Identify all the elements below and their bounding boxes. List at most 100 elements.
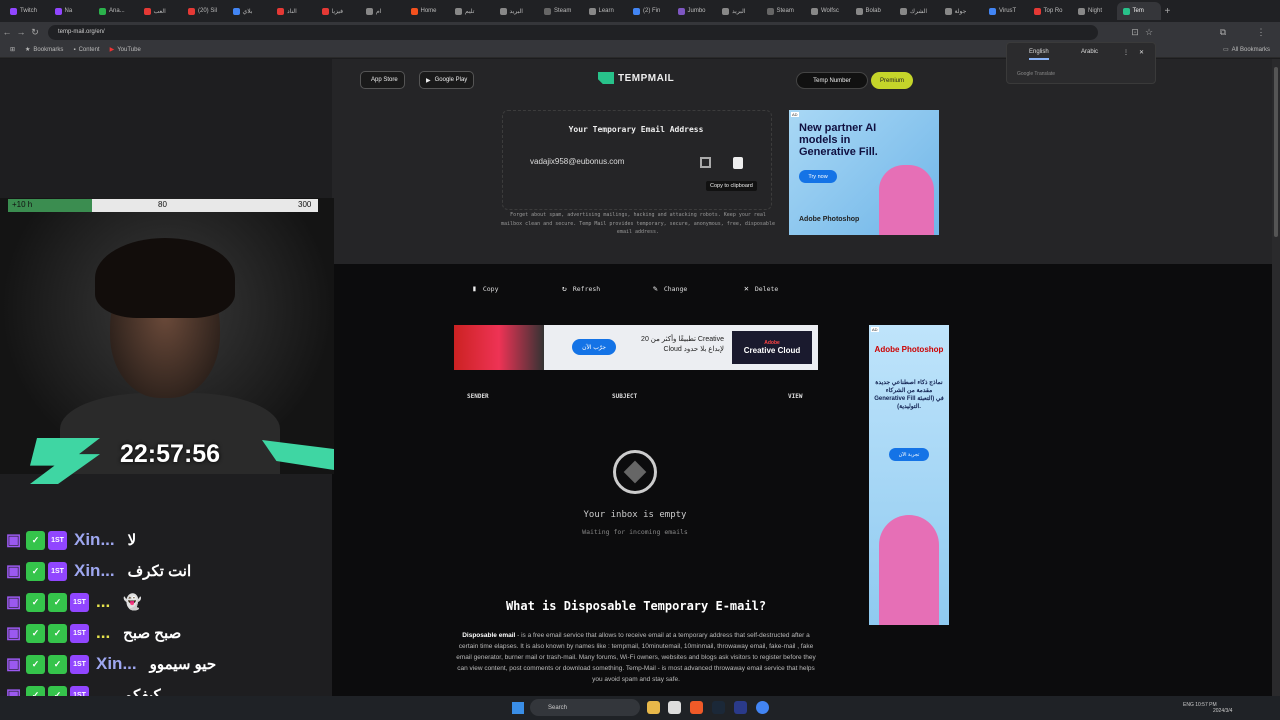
browser-tab[interactable]: بلاي [227, 2, 272, 20]
chat-username: ... [96, 623, 111, 642]
browser-tab[interactable]: الناد [271, 2, 316, 20]
menu-icon[interactable]: ⋮ [1254, 27, 1268, 38]
sub-badge-icon: ✓ [48, 623, 67, 643]
photoshop-vertical-ad[interactable]: AD Adobe Photoshop نماذج ذكاء اصطناعي جد… [869, 325, 949, 625]
browser-tab[interactable]: Steam [538, 2, 583, 20]
temp-number-button[interactable]: Temp Number [796, 72, 868, 89]
photoshop-ad[interactable]: AD New partner AI models in Generative F… [789, 110, 939, 235]
apps-icon[interactable]: ⊞ [10, 46, 15, 53]
copy-action[interactable]: ▮ Copy [472, 284, 498, 293]
system-tray[interactable]: ENG 10:57 PM 2024/3/4 [1183, 702, 1232, 714]
browser-tab[interactable]: جولة [939, 2, 984, 20]
chat-message: ▣ ✓ 1ST Xin... لا [4, 528, 136, 552]
translate-lang-english[interactable]: English [1029, 49, 1049, 60]
tab-favicon-icon [99, 7, 106, 15]
browser-tab[interactable]: ام [360, 2, 405, 20]
browser-tab[interactable]: Learn [583, 2, 628, 20]
ad-artwork [454, 325, 544, 370]
browser-tab[interactable]: Night [1072, 2, 1117, 20]
browser-tab[interactable]: تليم [449, 2, 494, 20]
extensions-icon[interactable]: ⧉ [1216, 27, 1230, 38]
empty-inbox-title: Your inbox is empty [583, 510, 687, 520]
scrollbar[interactable] [1272, 59, 1280, 696]
browser-tab[interactable]: (2) Fin [627, 2, 672, 20]
translate-lang-arabic[interactable]: Arabic [1081, 49, 1098, 55]
ad-try-button[interactable]: تجربة الآن [889, 448, 929, 461]
tab-label: فيزيا [331, 8, 344, 15]
chat-message: ▣ ✓ 1ST Xin... انت تكرف [4, 559, 191, 583]
reload-icon[interactable]: ↻ [28, 27, 42, 38]
tab-label: الناد [287, 8, 297, 15]
back-icon[interactable]: ← [0, 27, 14, 37]
chrome-icon[interactable] [756, 701, 769, 714]
tab-favicon-icon [188, 7, 195, 15]
tab-label: (2) Fin [643, 8, 661, 14]
browser-tab[interactable]: البريد [716, 2, 761, 20]
bookmark-content[interactable]: ▪ Content [73, 47, 99, 53]
browser-tab[interactable]: Na [49, 2, 94, 20]
premium-button[interactable]: Premium [871, 72, 913, 89]
chat-message: ▣ ✓ ✓ 1ST... صبح صبح [4, 621, 181, 645]
browser-tab[interactable]: الشرك [894, 2, 939, 20]
premiere-icon[interactable] [734, 701, 747, 714]
forward-icon[interactable]: → [14, 27, 28, 37]
tab-favicon-icon [54, 7, 62, 15]
scrollbar-thumb[interactable] [1274, 67, 1278, 237]
delete-action[interactable]: ✕ Delete [744, 284, 778, 293]
tab-favicon-icon [633, 7, 640, 15]
brave-icon[interactable] [690, 701, 703, 714]
qr-code-icon[interactable] [700, 157, 711, 168]
taskbar-search[interactable]: Search [530, 699, 640, 716]
browser-tab[interactable]: Home [405, 2, 450, 20]
browser-tab[interactable]: Top Ro [1028, 2, 1073, 20]
translate-close-icon[interactable]: ✕ [1139, 49, 1144, 56]
ad-try-button[interactable]: Try now [799, 170, 837, 183]
browser-tab[interactable]: Steam [761, 2, 806, 20]
bar-right-label: 300 [298, 200, 312, 209]
browser-tab[interactable]: Bolab [850, 2, 895, 20]
tab-favicon-icon [10, 7, 17, 15]
url-field[interactable]: temp-mail.org/en/ [48, 24, 1098, 40]
browser-tab[interactable]: Twitch [4, 2, 49, 20]
browser-tab[interactable]: Tem [1116, 2, 1161, 20]
tab-favicon-icon [588, 7, 596, 15]
bookmark-youtube[interactable]: ▶ YouTube [110, 46, 141, 54]
star-icon[interactable]: ☆ [1142, 27, 1156, 38]
browser-tab[interactable]: العب [138, 2, 183, 20]
steam-icon[interactable] [712, 701, 725, 714]
tab-label: بلاي [242, 8, 253, 15]
google-play-button[interactable]: ▶ Google Play [419, 71, 475, 89]
tab-label: Na [64, 8, 73, 14]
all-bookmarks[interactable]: ▭ All Bookmarks [1223, 46, 1270, 54]
new-tab-icon[interactable]: + [1165, 6, 1171, 17]
file-explorer-icon[interactable] [647, 701, 660, 714]
browser-tab[interactable]: البريد [494, 2, 539, 20]
tab-favicon-icon [277, 7, 284, 15]
start-icon[interactable] [512, 702, 524, 714]
ad-cta-button[interactable]: جرّب الآن [572, 339, 616, 355]
translate-icon[interactable]: ⊡ [1128, 27, 1142, 38]
twitch-badge-icon: ▣ [5, 532, 22, 549]
browser-tab[interactable]: فيزيا [316, 2, 361, 20]
tempmail-logo[interactable]: TEMPMAIL [598, 72, 674, 84]
app-store-button[interactable]: App Store [360, 71, 405, 89]
bookmark-bookmarks[interactable]: ★ Bookmarks [25, 46, 63, 54]
browser-tab[interactable]: Jumbo [672, 2, 717, 20]
ad-text: نماذج ذكاء اصطناعي جديدة مقدمة من الشركا… [874, 380, 944, 410]
sub-badge-icon: ✓ [26, 530, 45, 550]
creative-cloud-ad[interactable]: جرّب الآن 20 تطبيقًا وأكثر من Creative C… [454, 325, 818, 370]
refresh-action[interactable]: ↻ Refresh [562, 284, 600, 293]
browser-tab[interactable]: Ana... [93, 2, 138, 20]
browser-tab[interactable]: (20) Sil [182, 2, 227, 20]
copy-icon[interactable] [733, 157, 743, 169]
taskbar-app-icon[interactable] [668, 701, 681, 714]
change-action[interactable]: ✎ Change [653, 284, 687, 293]
stream-clock: 22:57:56 [120, 440, 221, 468]
browser-tab[interactable]: VirusT [983, 2, 1028, 20]
loading-refresh-icon [613, 450, 657, 494]
tab-favicon-icon [499, 7, 507, 15]
browser-tab[interactable]: Wolfsc [805, 2, 850, 20]
email-address[interactable]: vadajix958@eubonus.com [530, 157, 624, 166]
translate-more-icon[interactable]: ⋮ [1123, 49, 1129, 56]
tab-favicon-icon [677, 7, 685, 15]
